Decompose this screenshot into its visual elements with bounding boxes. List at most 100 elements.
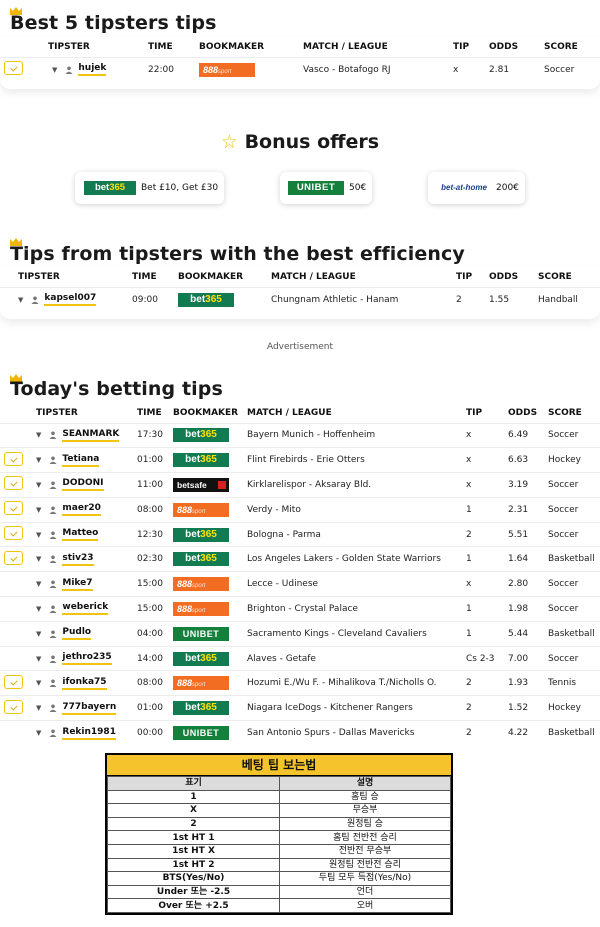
tipster-name[interactable]: jethro235 [62,652,112,666]
verified-badge-icon[interactable] [4,501,23,516]
tip-sport: Soccer [548,596,600,622]
table-row[interactable]: ▼ stiv23 02:30 bet365 Los Angeles Lakers - G… [0,546,600,572]
legend-key: Under 또는 -2.5 [107,884,280,900]
tip-odds: 4.22 [508,720,548,746]
bet365-logo[interactable]: bet365 [178,292,234,307]
caret-icon[interactable]: ▼ [36,481,41,489]
table-row[interactable]: ▼ 777bayern 01:00 bet365 Niagara IceDogs - K… [0,695,600,721]
tip-sport: Soccer [548,571,600,597]
table-row[interactable]: ▼ DODONI 11:00 betsafe Kirklarelispor - Aksa… [0,472,600,498]
col-odds: ODDS [489,41,519,52]
legend-row: X 무승부 [107,803,451,818]
table-row[interactable]: ▼ hujek 22:00 888sport Vasco - Botafogo RJ x 2… [0,56,600,82]
bonus-offer-bet-at-home[interactable]: bet-at-home 200€ [428,172,525,204]
tipster-name[interactable]: maer20 [62,503,101,517]
tipster-name[interactable]: hujek [78,63,107,77]
col-tip: TIP [453,41,470,52]
user-icon [49,431,57,440]
verified-badge-icon[interactable] [4,476,23,491]
legend-key: 1st HT 2 [107,857,280,873]
tip-time: 04:00 [137,620,173,647]
caret-icon[interactable]: ▼ [36,555,41,563]
table-row[interactable]: ▼ jethro235 14:00 bet365 Alaves - Getafe Cs 2… [0,645,600,671]
user-icon [31,296,39,304]
table-row[interactable]: ▼ Mike7 15:00 888sport Lecce - Udinese x 2.80 S… [0,571,600,597]
tipster-name[interactable]: DODONI [62,478,104,492]
bet365-logo[interactable]: bet365 [173,701,229,716]
table-row[interactable]: ▼ weberick 15:00 888sport Brighton - Crystal… [0,596,600,622]
caret-icon[interactable]: ▼ [52,66,57,74]
unibet-logo[interactable]: UNIBET [173,626,229,641]
tip-odds: 6.63 [508,447,548,473]
tip-odds: 6.49 [508,422,548,448]
verified-badge-icon[interactable] [4,550,23,565]
table-row[interactable]: ▼ Matteo 12:30 bet365 Bologna - Parma 2 5.51 So… [0,521,600,547]
col-match: MATCH / LEAGUE [303,41,388,52]
caret-icon[interactable]: ▼ [36,704,41,712]
table-row[interactable]: ▼ Rekin1981 00:00 UNIBET San Antonio Spurs -… [0,720,600,746]
tip-time: 17:30 [137,422,173,448]
verified-badge-icon[interactable] [4,61,23,76]
tip-value: 1 [466,496,508,523]
888sport-logo[interactable]: 888sport [173,577,229,592]
tipster-name[interactable]: kapsel007 [44,293,97,307]
bet365-logo[interactable]: bet365 [173,651,229,666]
888sport-logo[interactable]: 888sport [173,676,229,691]
table-row[interactable]: ▼ kapsel007 09:00 bet365 Chungnam Athletic -… [0,286,600,312]
unibet-logo[interactable]: UNIBET [173,726,229,741]
bet365-logo[interactable]: bet365 [173,552,229,567]
bonus-offer-bet365[interactable]: bet365 Bet £10, Get £30 [75,172,224,204]
verified-badge-icon[interactable] [4,526,23,541]
tipster-name[interactable]: Rekin1981 [62,727,116,740]
tipster-name[interactable]: ifonka75 [62,677,107,690]
legend-desc: 원정팀 전반전 승리 [279,857,451,873]
tip-value: 1 [466,546,508,572]
tipster-name[interactable]: SEANMARK [62,429,120,442]
legend-row: 1st HT 2 원정팀 전반전 승리 [107,857,451,873]
col-tipster: TIPSTER [18,271,60,282]
tipster-name[interactable]: 777bayern [62,702,117,715]
tipster-name[interactable]: Matteo [62,528,99,542]
tipster-name[interactable]: Pudlo [62,627,92,641]
caret-icon[interactable]: ▼ [36,431,41,439]
caret-icon[interactable]: ▼ [36,630,41,638]
table-row[interactable]: ▼ Tetiana 01:00 bet365 Flint Firebirds - Eri… [0,447,600,473]
legend-row: 1st HT X 전반전 무승부 [107,843,451,859]
bet365-logo[interactable]: bet365 [173,453,229,468]
888sport-logo[interactable]: 888sport [173,502,229,517]
tipster-name[interactable]: Mike7 [62,578,93,591]
user-icon [49,679,57,688]
tipster-name[interactable]: stiv23 [62,553,94,566]
bonus-offer-unibet[interactable]: UNIBET 50€ [280,172,372,204]
caret-icon[interactable]: ▼ [36,456,41,464]
888sport-logo[interactable]: 888sport [173,601,229,616]
tipster-name[interactable]: Tetiana [62,454,100,467]
betsafe-logo[interactable]: betsafe [173,477,229,492]
tip-sport: Soccer [548,496,600,523]
legend-row: 2 원정팀 승 [107,816,451,832]
tip-sport: Soccer [548,645,600,671]
verified-badge-icon[interactable] [4,674,23,689]
tips-legend: 베팅 팁 보는법 표기 설명 1 홈팀 승 X 무승부 2 원정팀 승 1st HT 1 홈팀… [105,753,453,915]
verified-badge-icon[interactable] [4,699,23,714]
caret-icon[interactable]: ▼ [36,655,41,663]
caret-icon[interactable]: ▼ [36,531,41,539]
verified-badge-icon[interactable] [4,451,23,466]
caret-icon[interactable]: ▼ [36,605,41,613]
user-icon [49,704,57,713]
bet365-logo[interactable]: bet365 [173,527,229,542]
tipster-name[interactable]: weberick [62,602,109,616]
table-row[interactable]: ▼ maer20 08:00 888sport Verdy - Mito 1 2.31 Soc… [0,496,600,523]
caret-icon[interactable]: ▼ [18,296,23,304]
table-row[interactable]: ▼ Pudlo 04:00 UNIBET Sacramento Kings - Clev… [0,620,600,647]
caret-icon[interactable]: ▼ [36,506,41,514]
888sport-logo[interactable]: 888sport [199,62,255,77]
caret-icon[interactable]: ▼ [36,679,41,687]
tip-match: Kirklarelispor - Aksaray Bld. [247,472,466,498]
bonus-offer-text: 200€ [496,183,519,193]
caret-icon[interactable]: ▼ [36,580,41,588]
caret-icon[interactable]: ▼ [36,729,41,737]
table-row[interactable]: ▼ ifonka75 08:00 888sport Hozumi E./Wu F. - … [0,670,600,696]
table-row[interactable]: ▼ SEANMARK 17:30 bet365 Bayern Munich - Hoff… [0,422,600,448]
bet365-logo[interactable]: bet365 [173,428,229,443]
